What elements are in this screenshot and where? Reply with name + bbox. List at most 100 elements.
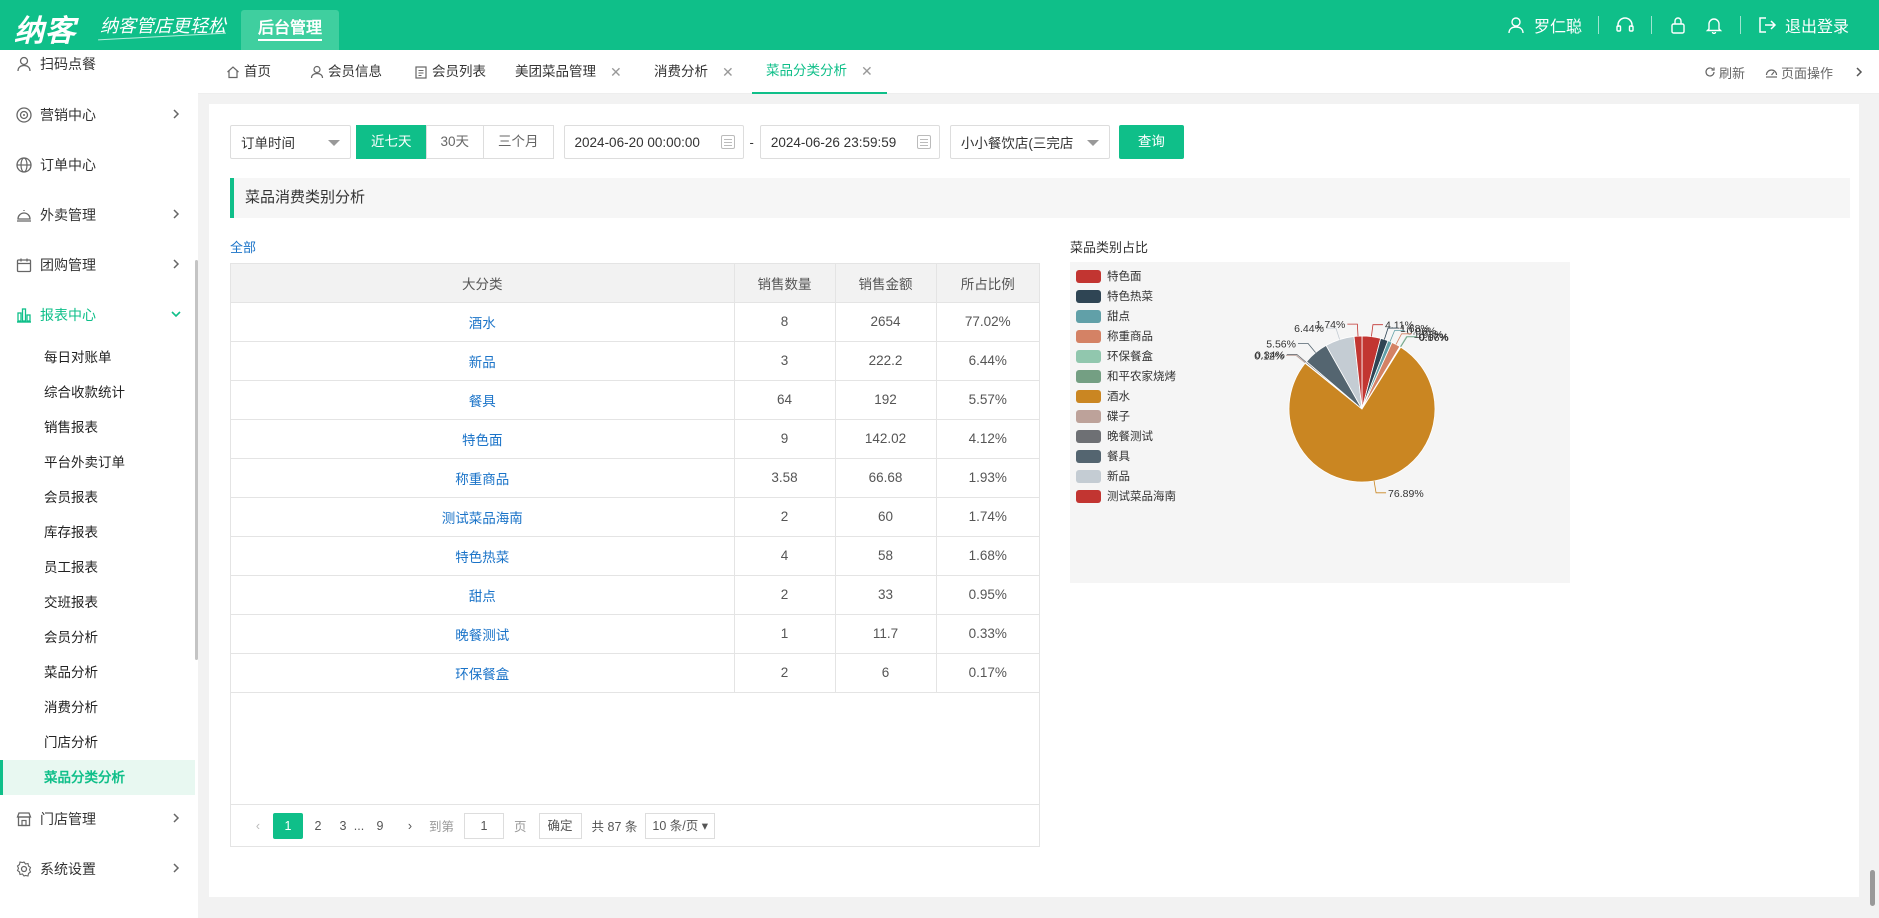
tab-home[interactable]: 首页 — [226, 50, 271, 94]
sidebar-item-orders[interactable]: 订单中心 — [0, 145, 195, 185]
tab-label: 会员信息 — [328, 64, 382, 79]
sidebar-subitem-consumption-analysis[interactable]: 消费分析 — [0, 690, 195, 725]
pie-data-label: 0.34% — [1255, 349, 1285, 361]
page-operations-button[interactable]: 页面操作 — [1765, 63, 1833, 82]
sidebar-subitem-daily-reconciliation[interactable]: 每日对账单 — [0, 340, 195, 375]
store-value: 小小餐饮店(三完店 — [960, 136, 1074, 151]
top-bar: 纳客 纳客管店更轻松 后台管理 罗仁聪 退出登录 — [0, 0, 1879, 50]
goto-page-input[interactable]: 1 — [464, 812, 505, 839]
table-cell: 192 — [835, 380, 937, 420]
table-cell: 6.44% — [936, 341, 1039, 381]
sidebar-item-label: 扫码点餐 — [40, 56, 96, 72]
category-link[interactable]: 特色热菜 — [231, 536, 735, 576]
page-operations-label: 页面操作 — [1780, 65, 1833, 81]
sidebar-subitem-member-analysis[interactable]: 会员分析 — [0, 620, 195, 655]
pie-data-label: 76.89% — [1388, 488, 1424, 500]
sidebar-subitem-store-analysis[interactable]: 门店分析 — [0, 725, 195, 760]
sidebar-item-takeout[interactable]: 外卖管理 — [0, 195, 195, 235]
section-title: 菜品消费类别分析 — [230, 178, 1850, 218]
chevron-right-icon[interactable] — [1853, 66, 1865, 78]
close-icon[interactable]: ✕ — [861, 49, 873, 93]
time-type-select[interactable]: 订单时间 — [230, 125, 351, 159]
sidebar-subitem-member-report[interactable]: 会员报表 — [0, 480, 195, 515]
category-link[interactable]: 新品 — [231, 341, 735, 381]
top-right-tools: 罗仁聪 退出登录 — [1506, 0, 1849, 50]
sidebar-subitem-payment-stats[interactable]: 综合收款统计 — [0, 375, 195, 410]
close-icon[interactable]: ✕ — [722, 50, 734, 94]
lock-icon[interactable] — [1668, 15, 1688, 35]
table-cell: 5.57% — [936, 380, 1039, 420]
end-date-input[interactable]: 2024-06-26 23:59:59 — [759, 125, 940, 159]
user-menu[interactable]: 罗仁聪 — [1506, 13, 1582, 37]
headset-icon[interactable] — [1615, 15, 1635, 35]
range-30days-button[interactable]: 30天 — [425, 125, 485, 159]
category-link[interactable]: 晚餐测试 — [231, 614, 735, 654]
goto-confirm-button[interactable]: 确定 — [538, 812, 582, 839]
range-7days-button[interactable]: 近七天 — [356, 125, 427, 159]
table-row: 环保餐盒 2 6 0.17% — [231, 653, 1039, 693]
tab-consumption-analysis[interactable]: 消费分析 ✕ — [654, 50, 734, 94]
category-link[interactable]: 称重商品 — [231, 458, 735, 498]
gear-icon — [14, 859, 34, 879]
table-cell: 2654 — [835, 302, 937, 342]
tab-member-info[interactable]: 会员信息 — [310, 50, 382, 94]
sidebar-item-system-settings[interactable]: 系统设置 — [0, 849, 195, 889]
time-type-value: 订单时间 — [241, 136, 295, 151]
sidebar-subitem-staff-report[interactable]: 员工报表 — [0, 550, 195, 585]
refresh-button[interactable]: 刷新 — [1704, 63, 1745, 82]
sidebar-item-reports[interactable]: 报表中心 — [0, 295, 195, 335]
sidebar-subitem-sales-report[interactable]: 销售报表 — [0, 410, 195, 445]
sidebar-subitem-dish-analysis[interactable]: 菜品分析 — [0, 655, 195, 690]
page-button[interactable]: 1 — [273, 812, 303, 839]
table-cell: 77.02% — [936, 302, 1039, 342]
page-size-select[interactable]: 10 条/页 ▾ — [645, 812, 716, 839]
user-icon — [310, 65, 324, 79]
store-select[interactable]: 小小餐饮店(三完店 — [949, 125, 1110, 159]
page-button[interactable]: 2 — [303, 813, 333, 839]
range-3months-button[interactable]: 三个月 — [483, 125, 554, 159]
category-link[interactable]: 餐具 — [231, 380, 735, 420]
logout-button[interactable]: 退出登录 — [1757, 13, 1849, 37]
sidebar-item-scan-order[interactable]: 扫码点餐 — [0, 44, 195, 84]
tab-dish-category-analysis[interactable]: 菜品分类分析 ✕ — [752, 50, 887, 94]
page-unit-label: 页 — [514, 820, 527, 834]
sidebar-item-store-management[interactable]: 门店管理 — [0, 799, 195, 839]
bell-icon[interactable] — [1704, 15, 1724, 35]
admin-tab[interactable]: 后台管理 — [241, 10, 339, 50]
close-icon[interactable]: ✕ — [610, 50, 622, 94]
category-link[interactable]: 酒水 — [231, 302, 735, 342]
all-categories-link[interactable]: 全部 — [230, 237, 256, 256]
page-button[interactable]: 3 — [333, 813, 353, 839]
cloche-icon — [14, 205, 34, 225]
tab-label: 会员列表 — [432, 64, 486, 79]
calendar-icon — [720, 135, 735, 149]
start-date-input[interactable]: 2024-06-20 00:00:00 — [563, 125, 744, 159]
pie-data-label: 0.06% — [1419, 332, 1449, 344]
category-link[interactable]: 测试菜品海南 — [231, 497, 735, 537]
sidebar-subitem-inventory-report[interactable]: 库存报表 — [0, 515, 195, 550]
next-page-button[interactable]: › — [395, 813, 425, 839]
table-cell: 9 — [734, 419, 836, 459]
sidebar-subitem-dish-category-analysis[interactable]: 菜品分类分析 — [0, 760, 195, 795]
tab-member-list[interactable]: 会员列表 — [414, 50, 486, 94]
sidebar-subitem-shift-report[interactable]: 交班报表 — [0, 585, 195, 620]
query-button[interactable]: 查询 — [1118, 125, 1184, 159]
sidebar-subitem-platform-takeout[interactable]: 平台外卖订单 — [0, 445, 195, 480]
tab-meituan-dishes[interactable]: 美团菜品管理 ✕ — [515, 50, 622, 94]
table-cell: 1.74% — [936, 497, 1039, 537]
pie-data-label: 1.74% — [1316, 319, 1346, 331]
page-button[interactable]: 9 — [365, 813, 395, 839]
prev-page-button[interactable]: ‹ — [243, 813, 273, 839]
sidebar-scrollbar[interactable] — [195, 260, 198, 660]
category-link[interactable]: 甜点 — [231, 575, 735, 615]
sidebar-item-groupbuy[interactable]: 团购管理 — [0, 245, 195, 285]
table-cell: 4 — [734, 536, 836, 576]
category-link[interactable]: 环保餐盒 — [231, 653, 735, 693]
pie-label-line — [1347, 323, 1359, 337]
dropdown-arrow-icon — [328, 140, 340, 146]
sidebar-item-marketing[interactable]: 营销中心 — [0, 95, 195, 135]
divider — [1650, 16, 1652, 34]
page-scrollbar[interactable] — [1870, 870, 1875, 906]
pie-chart-panel: 特色面 特色热菜 甜点 称重商品 环保餐盒 和平农家烧烤 酒水 碟子 晚餐测试 餐具 新品 测试菜品海… — [1070, 262, 1570, 583]
category-link[interactable]: 特色面 — [231, 419, 735, 459]
